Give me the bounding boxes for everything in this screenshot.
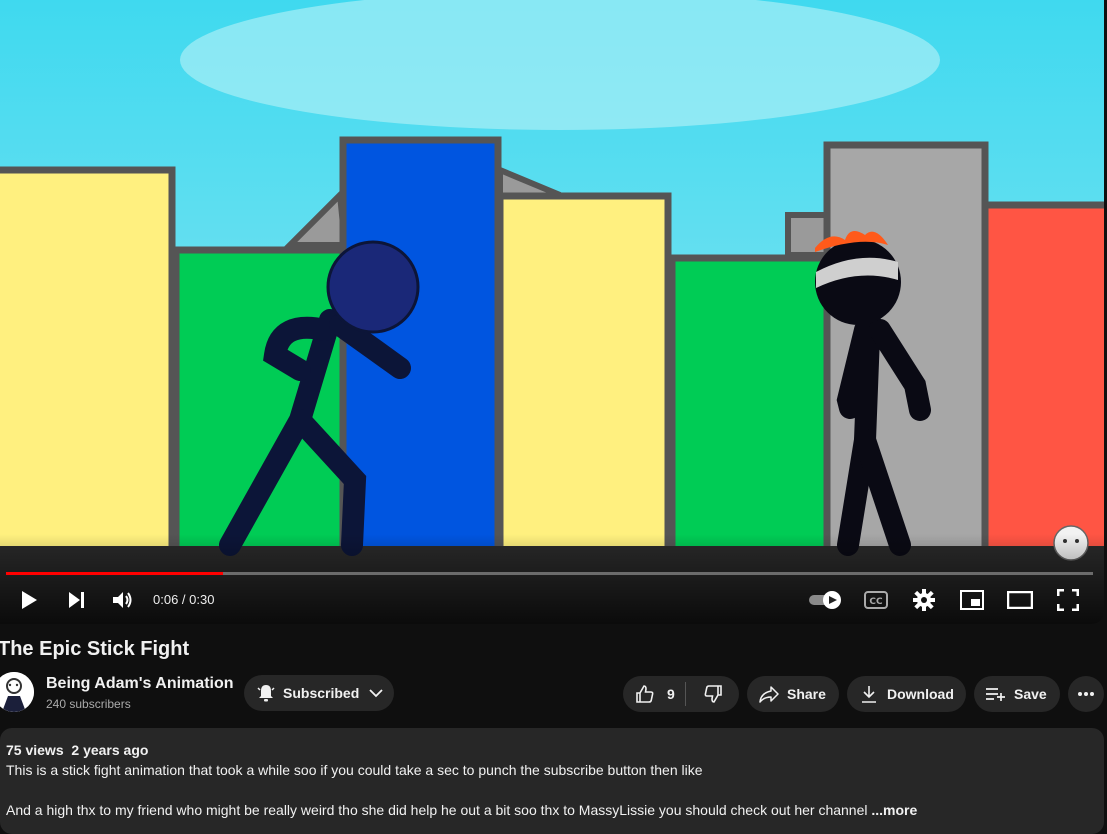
channel-avatar[interactable]: [0, 672, 34, 712]
chevron-down-icon: [369, 689, 383, 698]
save-button[interactable]: Save: [974, 676, 1060, 712]
theater-mode-button[interactable]: [1000, 580, 1040, 620]
like-dislike-group: 9: [623, 676, 739, 712]
video-title: The Epic Stick Fight: [0, 638, 190, 660]
play-button[interactable]: [9, 580, 49, 620]
upload-age: 2 years ago: [71, 742, 149, 758]
thumbs-down-icon: [704, 685, 722, 703]
play-icon: [22, 591, 37, 609]
autoplay-toggle[interactable]: [805, 580, 845, 620]
avatar-image: [0, 672, 34, 712]
theater-icon: [1007, 591, 1033, 609]
bell-icon: [257, 685, 275, 702]
video-meta: 75 views 2 years ago: [6, 740, 1098, 760]
miniplayer-button[interactable]: [952, 580, 992, 620]
captions-button[interactable]: CC: [856, 580, 896, 620]
show-more-link[interactable]: ...more: [871, 802, 917, 818]
view-count: 75 views: [6, 742, 64, 758]
time-separator: /: [178, 592, 190, 607]
fullscreen-button[interactable]: [1048, 580, 1088, 620]
share-button[interactable]: Share: [747, 676, 839, 712]
next-button[interactable]: [56, 580, 96, 620]
description-line-2: And a high thx to my friend who might be…: [6, 802, 868, 818]
progress-bar[interactable]: [6, 572, 1093, 575]
like-button[interactable]: 9: [623, 676, 685, 712]
player-controls: 0:06 / 0:30 CC: [0, 580, 1104, 620]
like-count: 9: [667, 686, 675, 702]
time-current: 0:06: [153, 592, 179, 607]
save-label: Save: [1014, 686, 1047, 702]
volume-icon: [113, 592, 132, 608]
autoplay-icon: [809, 591, 841, 609]
miniplayer-icon: [960, 590, 984, 610]
download-label: Download: [887, 686, 954, 702]
description-line-1: This is a stick fight animation that too…: [6, 762, 703, 778]
next-icon: [69, 592, 84, 608]
thumbs-up-icon: [636, 685, 654, 703]
add-to-playlist-icon: [986, 688, 1005, 701]
more-horizontal-icon: [1078, 692, 1094, 696]
video-player[interactable]: 0:06 / 0:30 CC: [0, 0, 1104, 624]
gear-icon: [913, 589, 935, 611]
volume-button[interactable]: [103, 580, 143, 620]
share-icon: [759, 686, 779, 703]
description-line-2-row: And a high thx to my friend who might be…: [6, 800, 1098, 820]
fullscreen-icon: [1057, 589, 1079, 611]
subscribed-label: Subscribed: [283, 685, 360, 701]
channel-name[interactable]: Being Adam's Animation: [46, 675, 234, 693]
video-frame: [0, 0, 1104, 624]
more-actions-button[interactable]: [1068, 676, 1104, 712]
time-display: 0:06 / 0:30: [153, 592, 214, 607]
description-box[interactable]: 75 views 2 years ago This is a stick fig…: [0, 728, 1104, 834]
share-label: Share: [787, 686, 826, 702]
subscribed-button[interactable]: Subscribed: [244, 675, 394, 711]
download-icon: [862, 686, 876, 703]
dislike-button[interactable]: [686, 676, 739, 712]
download-button[interactable]: Download: [847, 676, 966, 712]
captions-icon: CC: [864, 591, 888, 609]
settings-button[interactable]: [904, 580, 944, 620]
svg-text:CC: CC: [869, 597, 883, 607]
progress-played: [6, 572, 224, 575]
time-total: 0:30: [189, 592, 215, 607]
subscriber-count: 240 subscribers: [46, 697, 131, 711]
